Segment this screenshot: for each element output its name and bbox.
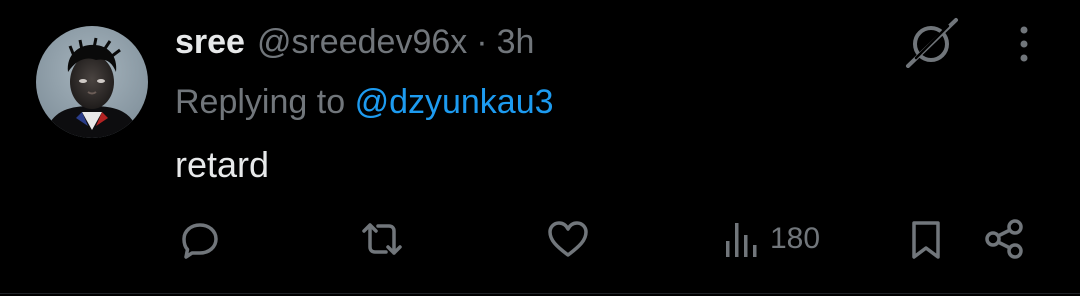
replying-to-label: Replying to (175, 83, 346, 121)
bookmark-icon (912, 221, 940, 259)
share-icon (985, 219, 1023, 259)
bookmark-button[interactable] (906, 216, 946, 262)
replying-to: Replying to @dzyunkau3 (175, 80, 554, 124)
more-options-button[interactable] (1006, 24, 1042, 64)
avatar[interactable] (36, 26, 148, 138)
avatar-image (36, 26, 148, 138)
reply-icon (182, 223, 218, 259)
heart-icon (548, 221, 588, 257)
replying-to-mention[interactable]: @dzyunkau3 (355, 83, 554, 121)
reply-button[interactable] (178, 216, 222, 262)
like-button[interactable] (546, 216, 590, 262)
grok-button[interactable] (902, 14, 962, 68)
timestamp[interactable]: 3h (497, 20, 535, 64)
tweet-text: retard (175, 144, 270, 185)
retweet-button[interactable] (358, 216, 406, 262)
analytics-icon (726, 223, 757, 257)
share-button[interactable] (982, 216, 1028, 262)
retweet-icon (362, 223, 402, 255)
views-count: 180 (770, 222, 821, 255)
grok-icon (906, 18, 958, 68)
user-handle[interactable]: @sreedev96x (257, 20, 467, 64)
tweet-card[interactable]: sree @sreedev96x · 3h Replying to @dzyun… (0, 0, 1080, 296)
display-name[interactable]: sree (175, 20, 245, 64)
divider (0, 293, 1080, 294)
more-vertical-icon (1020, 26, 1028, 62)
tweet-header: sree @sreedev96x · 3h (175, 20, 534, 64)
views-button[interactable]: 180 (722, 216, 820, 262)
separator-dot: · (476, 23, 488, 61)
